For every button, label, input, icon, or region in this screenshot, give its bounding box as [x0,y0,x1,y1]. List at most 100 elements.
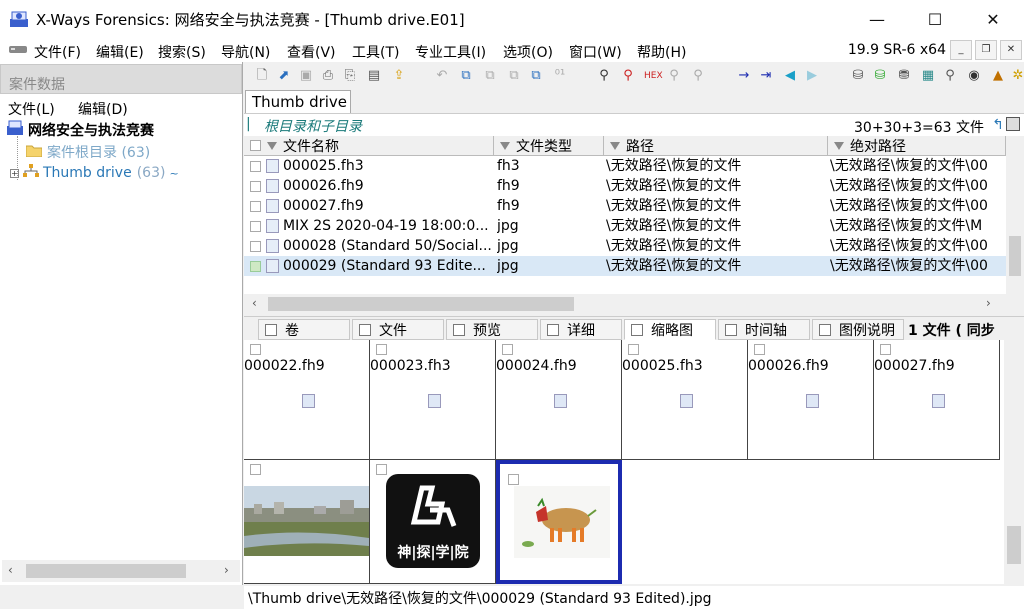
scroll-left-icon[interactable]: ‹ [8,563,13,577]
copy-sector-icon[interactable]: ⧉ [528,68,544,84]
thumbnail-item-logo[interactable]: 神|探|学|院 [370,460,496,584]
filter-icon[interactable] [834,141,844,150]
paste-icon[interactable]: ⧉ [482,68,498,84]
close-button[interactable]: ✕ [964,0,1022,38]
goto-offset-icon[interactable]: → [736,68,752,84]
thumbnail-item[interactable]: 000024.fh9 [496,340,622,460]
case-menu-edit[interactable]: 编辑(D) [78,99,128,119]
goto-sector-icon[interactable]: ⇥ [758,68,774,84]
thumbnail-checkbox[interactable] [508,474,519,485]
forward-icon[interactable]: ▶ [804,68,820,84]
tree-item-case-root-dir[interactable]: 案件根目录 (63) [25,142,150,162]
select-all-checkbox[interactable] [250,140,261,151]
tree-expand-icon[interactable]: + [10,168,19,178]
find-text-icon[interactable]: ⚲ [596,68,612,84]
menu-tools[interactable]: 工具(T) [352,42,399,62]
image-file-icon[interactable]: ⛃ [896,68,912,84]
column-header-type[interactable]: 文件类型 [494,136,604,156]
replace-icon[interactable]: ⚲ [666,68,682,84]
thumbnail-item[interactable]: 000027.fh9 [874,340,1000,460]
tab-file[interactable]: 文件 [352,319,444,340]
thumbnail-checkbox[interactable] [880,344,891,355]
menu-file[interactable]: 文件(F) [34,42,81,62]
thumbnail-checkbox[interactable] [628,344,639,355]
new-icon[interactable]: 🗋 [254,68,270,84]
recursive-icon[interactable]: ↰ [992,117,1004,133]
mdi-close-button[interactable]: ✕ [1000,40,1022,60]
case-menu-file[interactable]: 文件(L) [8,99,55,119]
print-icon[interactable]: ⎙ [320,68,336,84]
scroll-thumb[interactable] [1009,236,1021,276]
menu-view[interactable]: 查看(V) [287,42,336,62]
table-row[interactable]: 000028 (Standard 50/Social... jpg \无效路径\… [244,236,1006,256]
menu-pro-tools[interactable]: 专业工具(I) [415,42,486,62]
undo-icon[interactable]: ↶ [434,68,450,84]
binary-icon[interactable]: ⁰¹ [552,68,568,84]
table-row-selected[interactable]: 000029 (Standard 93 Edite... jpg \无效路径\恢… [244,256,1006,276]
picture-icon[interactable]: ▲ [990,68,1006,84]
find-again-icon[interactable]: ⚲ [620,68,636,84]
scroll-right-icon[interactable]: › [224,563,229,577]
tab-timeline[interactable]: 时间轴 [718,319,810,340]
thumbnail-item[interactable]: 000026.fh9 [748,340,874,460]
thumbnail-item-photo[interactable] [244,460,370,584]
row-checkbox[interactable] [250,201,261,212]
menu-options[interactable]: 选项(O) [503,42,553,62]
row-checkbox[interactable] [250,241,261,252]
minimize-button[interactable]: — [848,0,906,38]
row-checkbox[interactable] [250,161,261,172]
thumbnail-checkbox[interactable] [502,344,513,355]
tab-preview[interactable]: 预览 [446,319,538,340]
mdi-minimize-button[interactable]: _ [950,40,972,60]
maximize-button[interactable]: ☐ [906,0,964,38]
row-checkbox[interactable] [250,181,261,192]
gallery-vscrollbar[interactable] [1004,340,1024,584]
table-row[interactable]: MIX 2S 2020-04-19 18:00:0... jpg \无效路径\恢… [244,216,1006,236]
paste-special-icon[interactable]: ⧉ [506,68,522,84]
copy-icon[interactable]: ⧉ [458,68,474,84]
ram-icon[interactable]: ▦ [920,68,936,84]
tab-details[interactable]: 详细 [540,319,622,340]
open-icon[interactable]: ⬈ [276,68,292,84]
tab-legend[interactable]: 图例说明 [812,319,904,340]
thumbnail-item[interactable]: 000023.fh3 [370,340,496,460]
thumbnail-checkbox[interactable] [250,464,261,475]
menu-edit[interactable]: 编辑(E) [96,42,144,62]
scroll-thumb[interactable] [26,564,186,578]
filter-icon[interactable] [500,141,510,150]
gallery-icon[interactable]: ◉ [966,68,982,84]
thumbnail-item[interactable]: 000025.fh3 [622,340,748,460]
case-tree-hscrollbar[interactable]: ‹ › [2,560,240,582]
thumbnail-checkbox[interactable] [754,344,765,355]
menu-help[interactable]: 帮助(H) [637,42,686,62]
scroll-left-icon[interactable]: ‹ [252,296,257,310]
file-list-hscrollbar[interactable]: ‹ › [244,294,1006,314]
tab-thumbnails[interactable]: 缩略图 [624,319,716,340]
table-row[interactable]: 000025.fh3 fh3 \无效路径\恢复的文件 \无效路径\恢复的文件\0… [244,156,1006,176]
thumbnail-checkbox[interactable] [376,344,387,355]
scroll-right-icon[interactable]: › [986,296,991,310]
add-disk-icon[interactable]: ⛁ [872,68,888,84]
filter-icon[interactable] [610,141,620,150]
row-checkbox[interactable] [250,221,261,232]
file-list-vscrollbar[interactable] [1006,136,1024,314]
find-hex-icon[interactable]: HEX [644,68,663,84]
column-header-path[interactable]: 路径 [604,136,828,156]
properties-icon[interactable]: ▤ [366,68,382,84]
menu-navigate[interactable]: 导航(N) [221,42,270,62]
back-icon[interactable]: ◀ [782,68,798,84]
search-disk-icon[interactable]: ⚲ [942,68,958,84]
save-icon[interactable]: ▣ [298,68,314,84]
table-row[interactable]: 000026.fh9 fh9 \无效路径\恢复的文件 \无效路径\恢复的文件\0… [244,176,1006,196]
settings-icon[interactable]: ✲ [1010,68,1024,84]
printer-icon[interactable]: ⎘ [342,68,358,84]
table-row[interactable]: 000027.fh9 fh9 \无效路径\恢复的文件 \无效路径\恢复的文件\0… [244,196,1006,216]
replace-hex-icon[interactable]: ⚲ [690,68,706,84]
thumbnail-item[interactable]: 000022.fh9 [244,340,370,460]
disk-icon[interactable]: ⛁ [850,68,866,84]
scroll-thumb[interactable] [268,297,574,311]
mdi-restore-button[interactable]: ❐ [975,40,997,60]
column-header-filename[interactable]: 文件名称 [244,136,494,156]
scroll-thumb[interactable] [1007,526,1021,564]
thumbnail-checkbox[interactable] [376,464,387,475]
